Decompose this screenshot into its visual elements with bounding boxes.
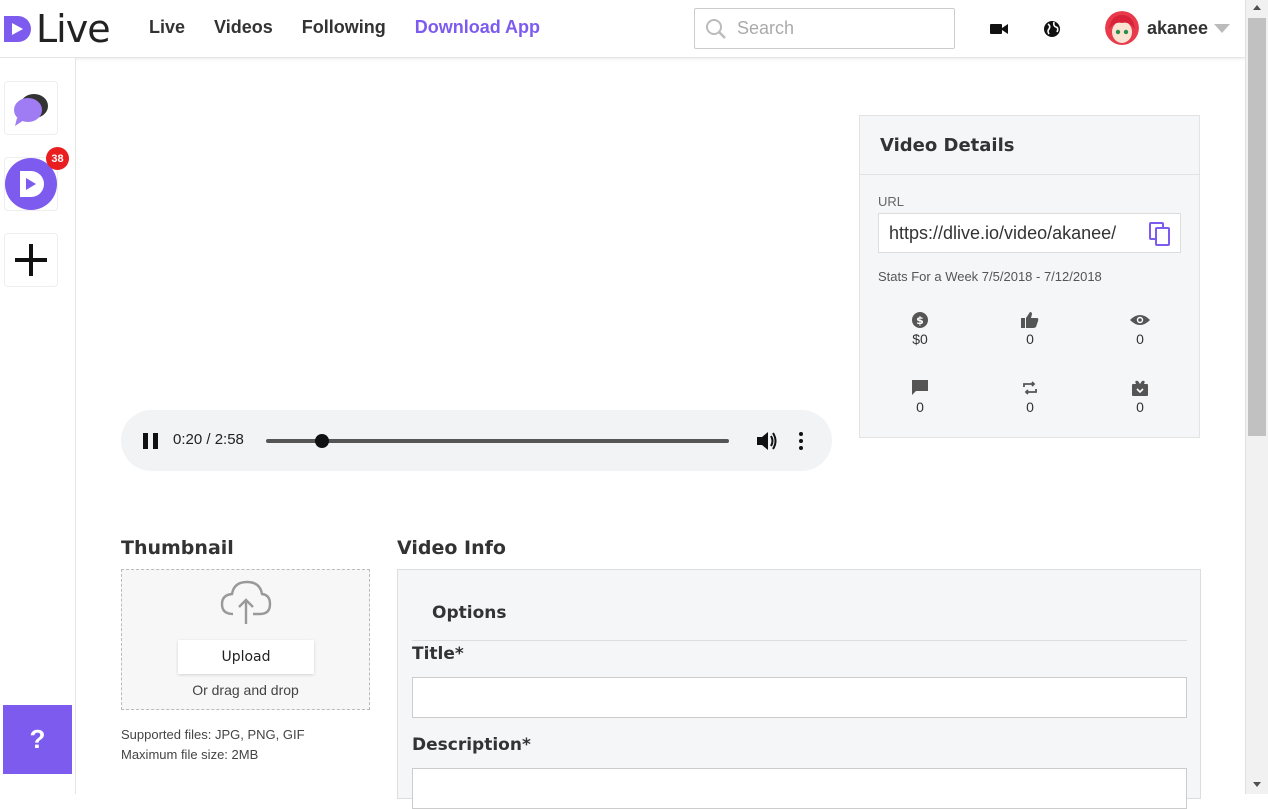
svg-text:$: $ — [916, 314, 924, 327]
dlive-logo[interactable]: Live — [4, 7, 111, 51]
chat-icon — [14, 94, 48, 126]
video-info-heading: Video Info — [397, 537, 506, 559]
cloud-upload-icon — [220, 580, 272, 624]
divider — [412, 640, 1187, 641]
add-button[interactable] — [4, 233, 58, 287]
scroll-up-icon[interactable] — [1253, 5, 1261, 10]
stat-reposts: 0 — [1010, 379, 1050, 415]
nav-live[interactable]: Live — [149, 17, 185, 38]
options-tab[interactable]: Options — [432, 603, 506, 623]
main-nav: Live Videos Following Download App — [149, 17, 569, 38]
scroll-down-icon[interactable] — [1253, 782, 1261, 787]
help-button[interactable]: ? — [3, 705, 72, 774]
scrollbar[interactable] — [1245, 0, 1268, 794]
description-label: Description* — [412, 735, 531, 755]
repost-icon — [1023, 381, 1037, 395]
stat-comments: 0 — [900, 379, 940, 415]
chevron-down-icon[interactable] — [1214, 23, 1231, 33]
audio-player: 0:20 / 2:58 — [121, 410, 832, 471]
video-info-panel: Options Title* Description* — [397, 569, 1201, 809]
stats-label: Stats For a Week 7/5/2018 - 7/12/2018 — [878, 269, 1102, 284]
time-display: 0:20 / 2:58 — [173, 431, 244, 448]
drag-drop-text: Or drag and drop — [192, 682, 299, 698]
more-options-icon[interactable] — [799, 432, 803, 450]
stat-gifts: 0 — [1120, 379, 1160, 415]
thumbnail-heading: Thumbnail — [121, 537, 234, 559]
username: akanee — [1147, 17, 1209, 38]
top-bar: Live Live Videos Following Download App … — [0, 0, 1245, 58]
eye-icon — [1130, 315, 1150, 325]
stat-earnings: $ $0 — [900, 311, 940, 347]
search-input[interactable] — [737, 18, 937, 39]
scroll-thumb[interactable] — [1248, 18, 1266, 436]
stat-comments-value: 0 — [916, 399, 924, 415]
user-menu[interactable]: akanee — [1105, 11, 1231, 45]
file-info: Supported files: JPG, PNG, GIF Maximum f… — [121, 725, 305, 765]
stat-earnings-value: $0 — [912, 331, 928, 347]
stat-views: 0 — [1120, 311, 1160, 347]
url-value[interactable]: https://dlive.io/video/akanee/ — [889, 223, 1143, 244]
video-details-title: Video Details — [860, 116, 1199, 175]
stat-likes: 0 — [1010, 311, 1050, 347]
title-input[interactable] — [412, 677, 1187, 718]
video-details-panel: Video Details URL https://dlive.io/video… — [859, 115, 1200, 438]
seek-thumb[interactable] — [315, 434, 330, 448]
gift-icon — [1132, 380, 1148, 396]
url-field[interactable]: https://dlive.io/video/akanee/ — [878, 213, 1181, 253]
globe-icon[interactable] — [1041, 18, 1063, 40]
avatar — [1105, 11, 1139, 45]
thumbs-up-icon — [1021, 312, 1039, 328]
notification-badge: 38 — [46, 147, 69, 170]
stat-likes-value: 0 — [1026, 331, 1034, 347]
upload-button[interactable]: Upload — [178, 640, 314, 674]
nav-videos[interactable]: Videos — [214, 17, 273, 38]
url-label: URL — [878, 194, 905, 209]
max-size-text: Maximum file size: 2MB — [121, 747, 259, 762]
description-input[interactable] — [412, 768, 1187, 809]
thumbnail-dropzone[interactable]: Upload Or drag and drop — [121, 569, 370, 710]
logo-text: Live — [36, 7, 111, 51]
comment-icon — [912, 380, 928, 395]
search-box[interactable] — [694, 8, 955, 49]
pause-icon[interactable] — [143, 433, 158, 449]
nav-download-app[interactable]: Download App — [415, 17, 540, 38]
seek-bar[interactable] — [266, 434, 729, 448]
nav-following[interactable]: Following — [302, 17, 386, 38]
volume-icon[interactable] — [755, 430, 779, 457]
chat-button[interactable] — [4, 81, 58, 135]
dollar-icon: $ — [912, 312, 928, 328]
stat-views-value: 0 — [1136, 331, 1144, 347]
title-label: Title* — [412, 644, 464, 664]
stat-reposts-value: 0 — [1026, 399, 1034, 415]
camera-icon[interactable] — [988, 18, 1010, 40]
supported-files-text: Supported files: JPG, PNG, GIF — [121, 727, 305, 742]
search-icon — [706, 18, 726, 39]
plus-icon — [15, 244, 47, 276]
dlive-logo-icon — [4, 16, 31, 42]
copy-icon[interactable] — [1148, 221, 1172, 247]
stat-gifts-value: 0 — [1136, 399, 1144, 415]
